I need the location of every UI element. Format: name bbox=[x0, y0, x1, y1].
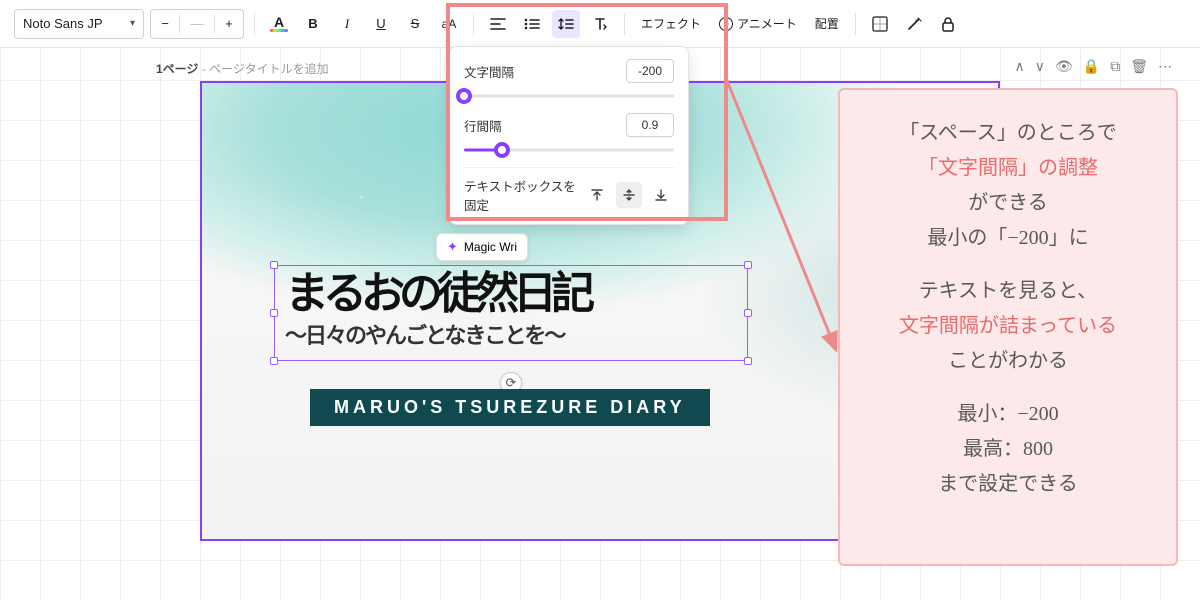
line-spacing-icon bbox=[558, 16, 574, 32]
text-toolbar: Noto Sans JP ▾ − — + A B I U S aA エフェクト … bbox=[0, 0, 1200, 48]
page-duplicate-button[interactable]: ⧉ bbox=[1110, 58, 1120, 75]
page-up-button[interactable]: ∧ bbox=[1015, 58, 1025, 75]
page-lock-button[interactable]: 🔒 bbox=[1083, 58, 1100, 75]
font-family-select[interactable]: Noto Sans JP ▾ bbox=[14, 9, 144, 39]
copystyle-button[interactable] bbox=[900, 10, 928, 38]
anchor-top-button[interactable] bbox=[584, 182, 610, 208]
english-banner[interactable]: MARUO'S TSUREZURE DIARY bbox=[310, 389, 710, 426]
letter-spacing-label: 文字間隔 bbox=[464, 62, 514, 81]
line-spacing-slider[interactable] bbox=[464, 143, 674, 157]
resize-handle[interactable] bbox=[744, 261, 752, 269]
anchor-middle-button[interactable] bbox=[616, 182, 642, 208]
subtitle-text[interactable]: 〜日々のやんごとなきことを〜 bbox=[285, 318, 737, 350]
resize-handle[interactable] bbox=[270, 309, 278, 317]
tutorial-annotation-card: 「スペース」のところで 「文字間隔」の調整 ができる 最小の「−200」に テキ… bbox=[838, 88, 1178, 566]
text-color-a-icon: A bbox=[274, 15, 284, 29]
line-spacing-input[interactable]: 0.9 bbox=[626, 113, 674, 137]
anchor-top-icon bbox=[590, 188, 604, 202]
animate-button[interactable]: アニメート bbox=[713, 10, 803, 38]
animate-icon bbox=[719, 17, 733, 31]
magic-write-pill[interactable]: ✦ Magic Wri bbox=[436, 233, 528, 261]
anchor-label: テキストボックスを固定 bbox=[464, 176, 584, 214]
underline-button[interactable]: U bbox=[367, 10, 395, 38]
bullet-list-icon bbox=[524, 17, 540, 31]
page-more-button[interactable]: ⋯ bbox=[1158, 58, 1172, 75]
title-text[interactable]: まるおの徒然日記 bbox=[285, 272, 737, 316]
resize-handle[interactable] bbox=[744, 357, 752, 365]
anchor-middle-icon bbox=[622, 188, 636, 202]
letter-spacing-input[interactable]: -200 bbox=[626, 59, 674, 83]
vertical-text-icon bbox=[592, 16, 608, 32]
font-size-value[interactable]: — bbox=[180, 10, 214, 38]
selected-text-box[interactable]: ⟳ まるおの徒然日記 〜日々のやんごとなきことを〜 bbox=[274, 265, 748, 361]
slider-thumb-icon[interactable] bbox=[456, 88, 472, 104]
font-size-stepper[interactable]: − — + bbox=[150, 9, 244, 39]
letter-spacing-slider[interactable] bbox=[464, 89, 674, 103]
effects-button[interactable]: エフェクト bbox=[635, 10, 707, 38]
spacing-button[interactable] bbox=[552, 10, 580, 38]
spacing-popover: 文字間隔 -200 行間隔 0.9 テキストボックスを固定 bbox=[449, 46, 689, 225]
page-delete-button[interactable]: 🗑 bbox=[1130, 58, 1148, 75]
strikethrough-button[interactable]: S bbox=[401, 10, 429, 38]
transparency-button[interactable] bbox=[866, 10, 894, 38]
resize-handle[interactable] bbox=[270, 357, 278, 365]
lock-icon bbox=[941, 16, 955, 32]
text-color-button[interactable]: A bbox=[265, 10, 293, 38]
chevron-down-icon: ▾ bbox=[130, 18, 135, 29]
lock-button[interactable] bbox=[934, 10, 962, 38]
font-family-name: Noto Sans JP bbox=[23, 16, 103, 31]
line-spacing-label: 行間隔 bbox=[464, 116, 502, 135]
text-case-button[interactable]: aA bbox=[435, 10, 463, 38]
vertical-text-button[interactable] bbox=[586, 10, 614, 38]
align-left-icon bbox=[490, 17, 506, 31]
font-size-plus-button[interactable]: + bbox=[215, 10, 243, 38]
align-button[interactable] bbox=[484, 10, 512, 38]
page-visibility-button[interactable]: 👁 bbox=[1055, 58, 1073, 75]
magic-wand-icon bbox=[906, 16, 922, 32]
italic-button[interactable]: I bbox=[333, 10, 361, 38]
slider-thumb-icon[interactable] bbox=[494, 142, 510, 158]
text-color-swatch-icon bbox=[270, 29, 288, 32]
resize-handle[interactable] bbox=[270, 261, 278, 269]
bold-button[interactable]: B bbox=[299, 10, 327, 38]
anchor-bottom-icon bbox=[654, 188, 668, 202]
font-size-minus-button[interactable]: − bbox=[151, 10, 179, 38]
resize-handle[interactable] bbox=[744, 309, 752, 317]
list-button[interactable] bbox=[518, 10, 546, 38]
page-down-button[interactable]: ∨ bbox=[1035, 58, 1045, 75]
sparkle-icon: ✦ bbox=[447, 239, 458, 255]
anchor-bottom-button[interactable] bbox=[648, 182, 674, 208]
position-button[interactable]: 配置 bbox=[809, 10, 845, 38]
page-mini-toolbar: ∧ ∨ 👁 🔒 ⧉ 🗑 ⋯ bbox=[1015, 58, 1173, 75]
transparency-icon bbox=[872, 16, 888, 32]
